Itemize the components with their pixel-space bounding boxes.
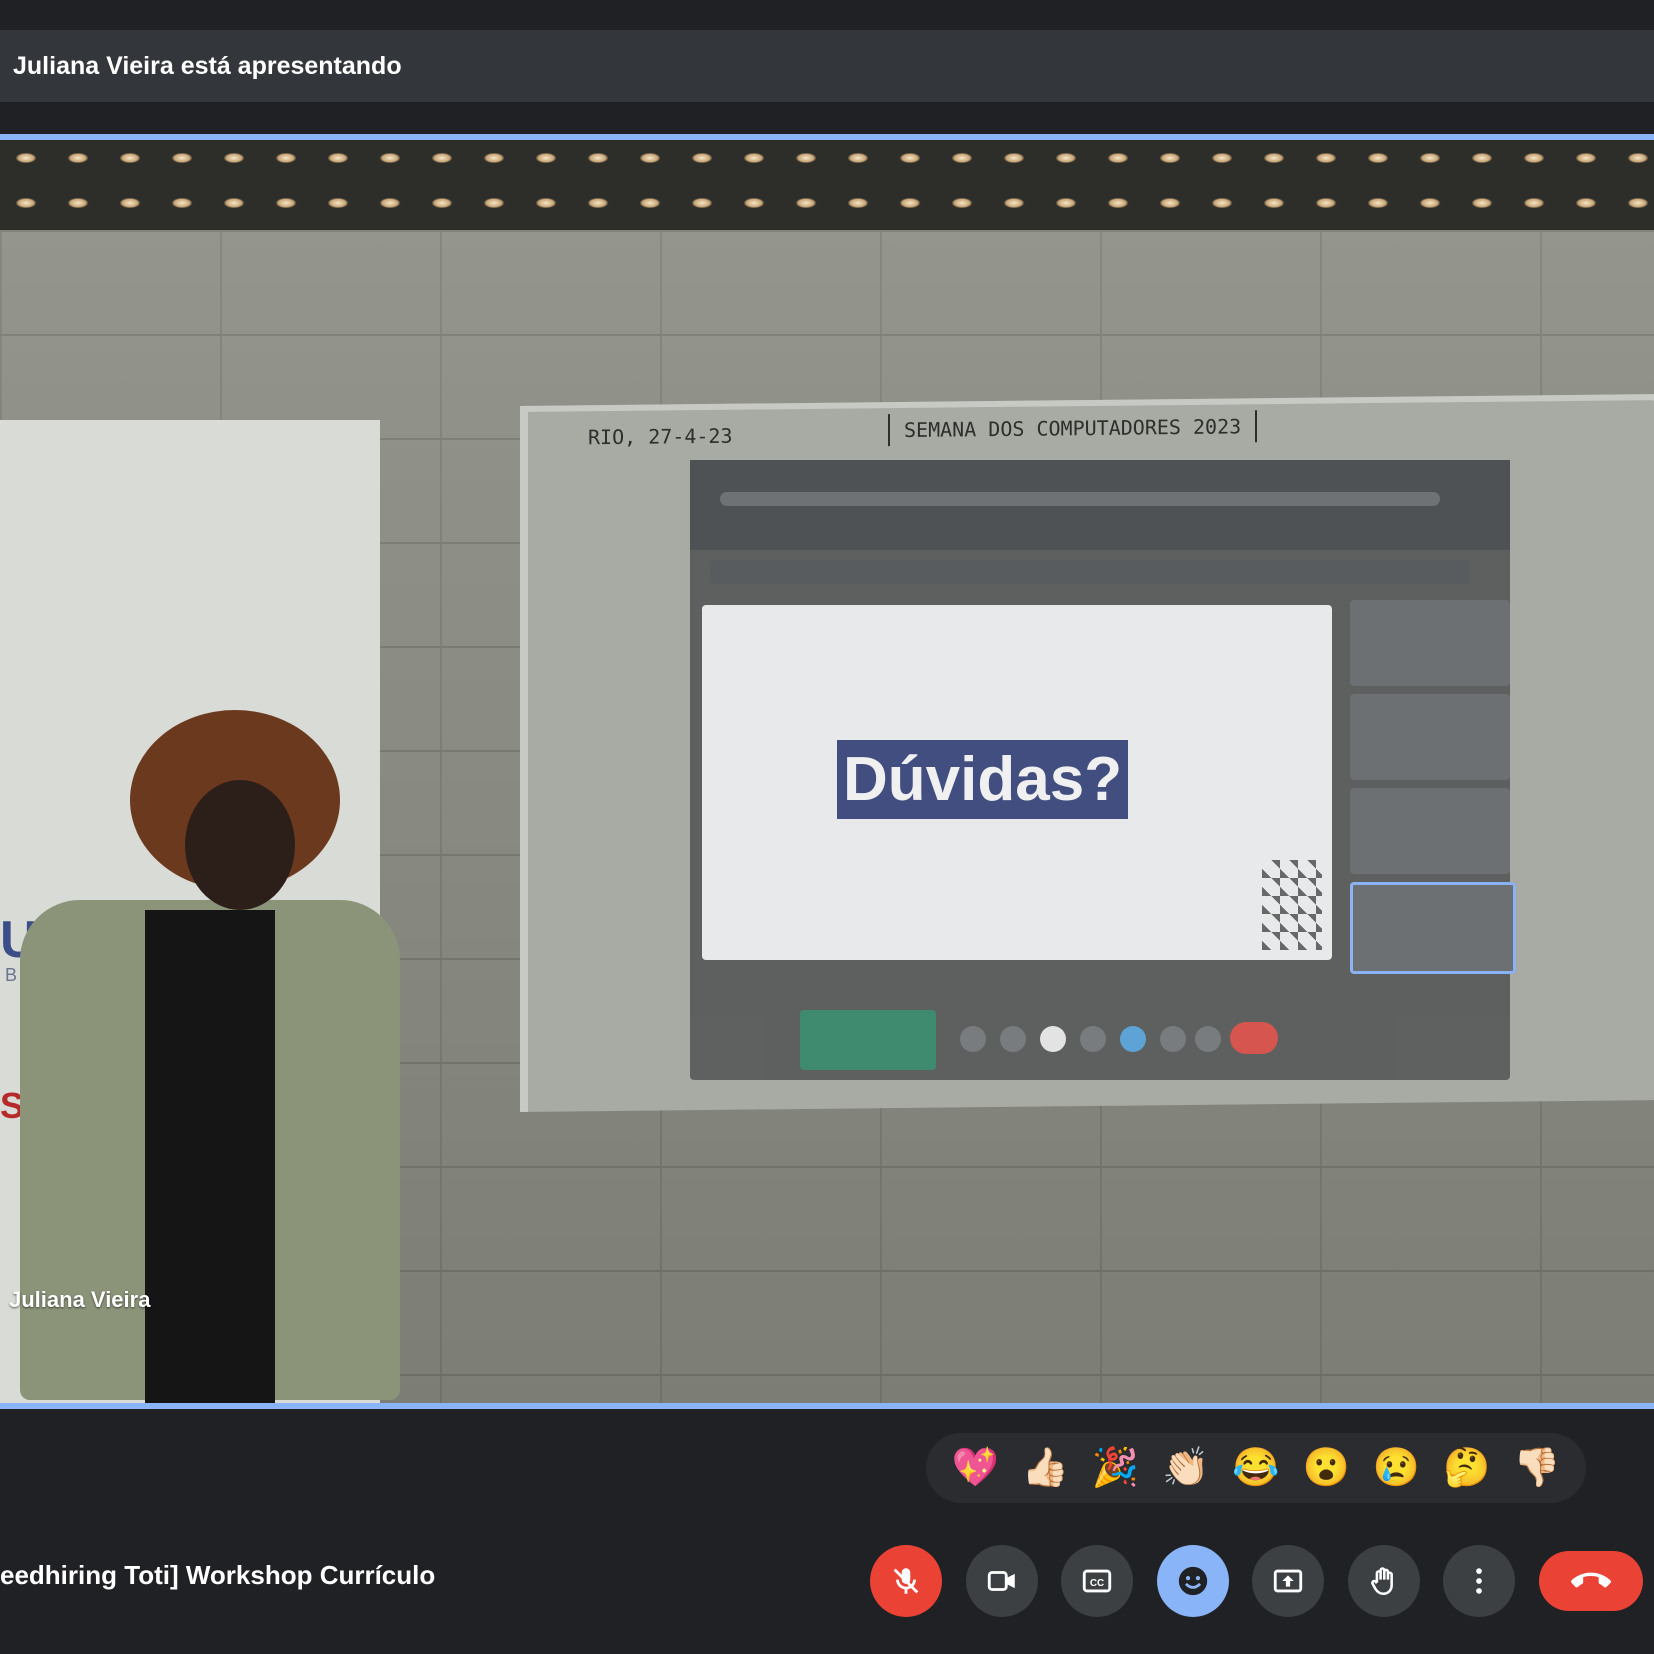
presenter-video-tile[interactable]: UNID Brasil SAID RIO, 27-4-23 SEMANA DOS… [0,134,1654,1409]
projected-participant-tile [1350,882,1516,974]
call-end-icon [1571,1572,1611,1588]
presenter-face [185,780,295,910]
projected-participant-tile [1350,600,1510,686]
projected-slide: Dúvidas? [702,605,1332,960]
projected-control [1120,1026,1146,1052]
projected-participant-tile [1350,788,1510,874]
camera-toggle-button[interactable] [966,1545,1038,1617]
top-strip [0,0,1654,30]
projected-presenting-row [710,560,1470,584]
projected-url-bar [720,492,1440,506]
projected-notice [800,1010,936,1070]
reaction-thumbs-down[interactable]: 👎🏻 [1511,1442,1563,1494]
ceiling-vent-grid [0,140,1654,230]
projected-control [960,1026,986,1052]
projected-browser-bar [690,460,1510,550]
reactions-bar: 💖 👍🏻 🎉 👏🏻 😂 😮 😢 🤔 👎🏻 [926,1433,1586,1503]
projected-control [1000,1026,1026,1052]
projected-toolbar [690,1010,1510,1070]
reactions-button[interactable] [1157,1545,1229,1617]
present-screen-icon [1273,1569,1303,1593]
participant-name-tag: Juliana Vieira [9,1287,151,1312]
mic-toggle-button[interactable] [870,1545,942,1617]
more-options-button[interactable] [1443,1545,1515,1617]
reaction-tears-of-joy[interactable]: 😂 [1230,1442,1282,1494]
reaction-clapping-hands[interactable]: 👏🏻 [1160,1442,1212,1494]
reaction-thinking-face[interactable]: 🤔 [1441,1442,1493,1494]
projected-leave-button [1230,1022,1278,1054]
reaction-surprised-face[interactable]: 😮 [1300,1442,1352,1494]
projected-control [1040,1026,1066,1052]
hand-icon [1371,1567,1393,1596]
reaction-sparkling-heart[interactable]: 💖 [949,1442,1001,1494]
raise-hand-button[interactable] [1348,1545,1420,1617]
svg-text:CC: CC [1090,1578,1104,1589]
projected-control [1160,1026,1186,1052]
projected-screen: Dúvidas? [690,460,1516,1080]
call-controls: CC [0,1545,1654,1617]
reaction-thumbs-up[interactable]: 👍🏻 [1019,1442,1071,1494]
projected-control [1195,1026,1221,1052]
reaction-party-popper[interactable]: 🎉 [1090,1442,1142,1494]
slide-question-text: Dúvidas? [837,740,1129,819]
presenting-bar: Juliana Vieira está apresentando [0,30,1654,102]
emoji-icon [1178,1566,1208,1596]
more-vert-icon [1476,1568,1482,1594]
presenting-label: Juliana Vieira está apresentando [13,51,402,80]
closed-captions-icon: CC [1082,1569,1112,1593]
projected-participant-tile [1350,694,1510,780]
projected-control [1080,1026,1106,1052]
whiteboard-title: SEMANA DOS COMPUTADORES 2023 [888,410,1258,447]
leave-call-button[interactable] [1539,1551,1643,1611]
videocam-icon [987,1571,1015,1591]
whiteboard-date: RIO, 27-4-23 [588,423,733,450]
presenter-shirt [145,910,275,1403]
slide-checker-decoration [1262,860,1322,950]
present-screen-button[interactable] [1252,1545,1324,1617]
reaction-sad-face[interactable]: 😢 [1370,1442,1422,1494]
mic-off-icon [893,1568,919,1594]
stage-gap [0,102,1654,134]
captions-button[interactable]: CC [1061,1545,1133,1617]
